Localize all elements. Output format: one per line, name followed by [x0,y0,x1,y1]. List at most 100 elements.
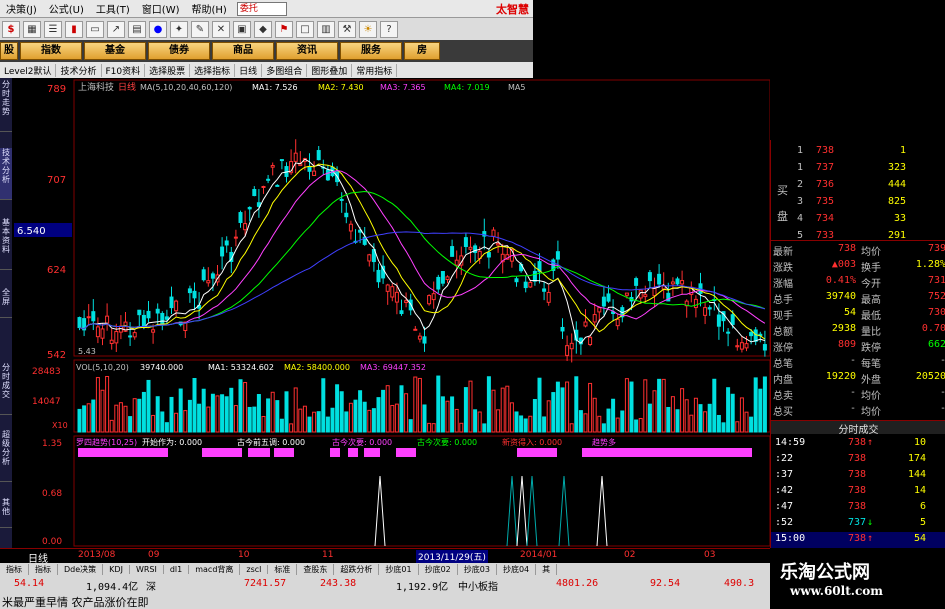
indicator-tab[interactable]: 标准 [268,564,298,575]
module-button[interactable]: 服务 [340,42,402,60]
toolbar-tab[interactable]: 选择股票 [145,63,191,77]
flag-icon[interactable]: ⚑ [275,20,293,38]
volume-bar [652,390,657,433]
quote-label: 最低 [861,311,881,322]
vtab-ticks[interactable]: 分时成交 [0,363,12,415]
box-icon[interactable]: ▣ [233,20,251,38]
module-button[interactable]: 指数 [20,42,82,60]
candle-body [192,290,197,299]
toolbar-tab[interactable]: 图形叠加 [307,63,353,77]
candle-body [201,269,206,281]
indicator-tab[interactable]: KDJ [103,565,130,574]
candle-body [233,236,238,239]
indicator-spike [374,475,386,547]
indicator-tab[interactable]: macd背离 [189,564,241,575]
toolbar-tab[interactable]: 选择指标 [190,63,236,77]
volume-bar [560,387,565,433]
grid-icon[interactable]: ▦ [23,20,41,38]
volume-value: 39740.000 [140,363,183,372]
indicator-tab[interactable]: 指标 [0,564,29,575]
indicator-tab[interactable]: 其 [536,564,558,575]
indicator-tab[interactable]: 指标 [29,564,58,575]
vtab-super-analysis[interactable]: 超级分析 [0,430,12,482]
indicator-tab[interactable]: zscl [240,565,269,574]
square-icon[interactable]: □ [296,20,314,38]
quote-value: - [940,355,945,366]
toolbar-tab[interactable]: 多图组合 [262,63,308,77]
volume-bar [279,418,284,433]
volume-bar [712,378,717,433]
cross-icon[interactable]: ✕ [212,20,230,38]
pen-icon[interactable]: ✎ [191,20,209,38]
module-button[interactable]: 商品 [212,42,274,60]
arrow-icon[interactable]: ↗ [107,20,125,38]
indicator-tab[interactable]: 抄底04 [497,564,537,575]
vtab-fullscreen[interactable]: 全屏 [0,288,12,318]
toolbar-tab[interactable]: Level2默认 [0,63,57,77]
index-label: 中小板指 [458,582,498,593]
diamond-icon[interactable]: ◆ [254,20,272,38]
volume-bar [256,394,261,433]
volume-bar [592,397,597,433]
volume-bar [247,406,252,433]
toolbar-tab[interactable]: 日线 [235,63,263,77]
volume-bar [735,421,740,433]
volume-bar [413,376,418,433]
tools-icon[interactable]: ⚒ [338,20,356,38]
indicator-tab[interactable]: 抄底03 [458,564,497,575]
volume-bar [519,415,524,433]
indicator-tab[interactable]: Dde决策 [58,564,104,575]
price-panel-frame [73,79,770,357]
window-icon[interactable]: ▭ [86,20,104,38]
circle-icon[interactable]: ● [149,20,167,38]
indicator-tab[interactable]: WRSI [130,565,164,574]
candle-body [468,246,473,250]
indicator-tab[interactable]: 超跌分析 [334,564,380,575]
menu-item[interactable]: 公式(U) [43,1,90,16]
vtab-intraday[interactable]: 分时走势 [0,80,12,132]
watermark-title: 乐淘公式网 [780,562,870,583]
vtab-fundamental[interactable]: 基本资料 [0,218,12,270]
module-button[interactable]: 资讯 [276,42,338,60]
quote-value: 731 [927,275,945,286]
volume-bar [404,393,409,433]
module-button[interactable]: 基金 [84,42,146,60]
indicator-tab[interactable]: 抄底02 [419,564,458,575]
chart-canvas[interactable]: 789 707 624 542 6.540 上海科技 日线 MA(5,10,20… [12,78,770,548]
sun-icon[interactable]: ☀ [359,20,377,38]
kline-chart-area[interactable]: 789 707 624 542 6.540 上海科技 日线 MA(5,10,20… [12,78,770,548]
volume-label: VOL(5,10,20) [76,363,129,372]
dollar-icon[interactable]: $ [2,20,20,38]
indicator-tab[interactable]: 抄底01 [379,564,419,575]
candle-body [514,278,519,283]
vtab-technical[interactable]: 技术分析 [0,148,12,200]
module-button[interactable]: 股 [0,42,18,60]
indicator-tab[interactable]: dl1 [164,565,190,574]
module-button[interactable]: 债券 [148,42,210,60]
table-icon[interactable]: ▤ [128,20,146,38]
menu-item[interactable]: 决策(J) [0,1,43,16]
volume-bar [220,394,225,433]
volume-bar [744,411,749,433]
toolbar-tab[interactable]: F10资料 [102,63,146,77]
volume-bar [551,392,556,433]
indicator-tab[interactable]: 查股东 [297,564,335,575]
index-value: 54.14 [14,578,45,589]
menu-item[interactable]: 工具(T) [90,1,136,16]
list-icon[interactable]: ☰ [44,20,62,38]
ticks-header[interactable]: 分时成交 [771,420,945,436]
toolbar-tab[interactable]: 常用指标 [352,63,398,77]
indicator-label: 罗四趋势(10,25) [76,437,137,447]
menu-item[interactable]: 帮助(H) [186,1,233,16]
menu-item[interactable]: 窗口(W) [136,1,186,16]
bars-icon[interactable]: ▥ [317,20,335,38]
help-icon[interactable]: ? [380,20,398,38]
vtab-other[interactable]: 其他 [0,498,12,528]
module-button[interactable]: 房 [404,42,440,60]
star-icon[interactable]: ✦ [170,20,188,38]
candle-body [160,312,165,324]
toolbar-tab[interactable]: 技术分析 [56,63,102,77]
volume-bar [192,377,197,433]
chart-icon[interactable]: ▮ [65,20,83,38]
trade-combo[interactable]: 委托 [236,1,287,16]
